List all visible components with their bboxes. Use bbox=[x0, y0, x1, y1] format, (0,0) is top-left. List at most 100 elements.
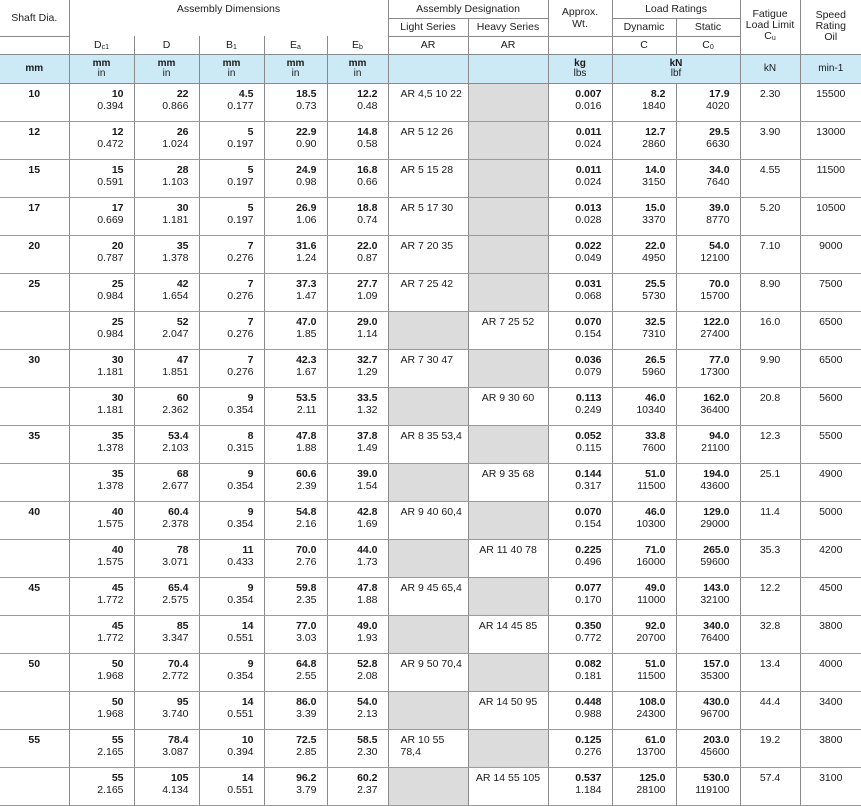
static-load-cell: 162.0 36400 bbox=[675, 387, 741, 426]
heavy-series-cell bbox=[467, 273, 549, 312]
d-cell-imperial: 2.677 bbox=[162, 479, 189, 492]
dynamic-load-cell: 12.7 2860 bbox=[611, 121, 677, 160]
light-series-cell bbox=[387, 615, 468, 654]
ea-cell: 60.6 2.39 bbox=[263, 463, 327, 502]
static-load-cell-metric: 122.0 bbox=[703, 315, 730, 328]
dc1-cell: 20 0.787 bbox=[68, 235, 134, 274]
table-row: 17 17 0.669 30 1.181 5 0.197 26.9 1.06 18.8 0.74 AR… bbox=[0, 197, 861, 236]
dc1-cell: 25 0.984 bbox=[68, 273, 134, 312]
fatigue-limit-cell: 57.4 bbox=[739, 767, 801, 806]
eb-cell-imperial: 0.58 bbox=[357, 137, 378, 150]
dc1-cell-metric: 55 bbox=[111, 771, 124, 784]
dynamic-load-cell-metric: 92.0 bbox=[645, 619, 666, 632]
ea-cell-imperial: 1.24 bbox=[296, 251, 317, 264]
heavy-series-cell bbox=[467, 577, 549, 616]
ea-cell-metric: 72.5 bbox=[296, 733, 317, 746]
shaft-dia-cell bbox=[0, 691, 69, 730]
d-cell-imperial: 2.103 bbox=[162, 441, 189, 454]
dc1-cell-imperial: 1.772 bbox=[97, 593, 124, 606]
unit-load: kN lbf bbox=[611, 54, 741, 84]
weight-cell-imperial: 0.276 bbox=[575, 745, 602, 758]
dc1-cell-imperial: 0.984 bbox=[97, 327, 124, 340]
light-series-cell: AR 8 35 53,4 bbox=[387, 425, 468, 464]
dynamic-load-cell-imperial: 4950 bbox=[642, 251, 666, 264]
bearing-assembly-table: Shaft Dia. Assembly Dimensions Assembly … bbox=[0, 0, 861, 806]
b1-cell: 9 0.354 bbox=[198, 387, 264, 426]
eb-cell-imperial: 0.74 bbox=[357, 213, 378, 226]
weight-cell: 0.031 0.068 bbox=[547, 273, 613, 312]
eb-cell-imperial: 0.87 bbox=[357, 251, 378, 264]
b1-cell-metric: 9 bbox=[247, 391, 254, 404]
shaft-dia-cell: 55 bbox=[0, 729, 69, 768]
sym-c: C bbox=[611, 36, 677, 55]
b1-cell-metric: 10 bbox=[241, 733, 254, 746]
b1-cell: 7 0.276 bbox=[198, 311, 264, 350]
weight-cell: 0.013 0.028 bbox=[547, 197, 613, 236]
eb-cell-metric: 60.2 bbox=[357, 771, 378, 784]
shaft-dia-cell: 45 bbox=[0, 577, 69, 616]
header-heavy-series: Heavy Series bbox=[467, 18, 549, 37]
ea-cell: 53.5 2.11 bbox=[263, 387, 327, 426]
dynamic-load-cell-imperial: 13700 bbox=[636, 745, 666, 758]
eb-cell-imperial: 0.48 bbox=[357, 99, 378, 112]
sym-eb: Eb bbox=[326, 36, 388, 55]
dc1-cell-imperial: 1.181 bbox=[97, 403, 124, 416]
dc1-cell-metric: 30 bbox=[111, 391, 124, 404]
static-load-cell: 94.0 21100 bbox=[675, 425, 741, 464]
b1-cell-imperial: 0.551 bbox=[227, 631, 254, 644]
ea-cell: 96.2 3.79 bbox=[263, 767, 327, 806]
unit-dimension: mm in bbox=[326, 54, 388, 84]
weight-cell: 0.036 0.079 bbox=[547, 349, 613, 388]
weight-cell-imperial: 0.170 bbox=[575, 593, 602, 606]
speed-rating-cell: 3100 bbox=[799, 767, 861, 806]
dynamic-load-cell-imperial: 5730 bbox=[642, 289, 666, 302]
d-cell-metric: 78.4 bbox=[168, 733, 189, 746]
dc1-cell-imperial: 2.165 bbox=[97, 745, 124, 758]
static-load-cell-metric: 34.0 bbox=[709, 163, 730, 176]
header-dim-spacer bbox=[68, 18, 388, 36]
fatigue-limit-cell: 4.55 bbox=[739, 159, 801, 198]
dc1-cell: 17 0.669 bbox=[68, 197, 134, 236]
light-series-cell: AR 7 30 47 bbox=[387, 349, 468, 388]
weight-cell-imperial: 0.988 bbox=[575, 707, 602, 720]
b1-cell-imperial: 0.354 bbox=[227, 479, 254, 492]
dynamic-load-cell-metric: 46.0 bbox=[645, 391, 666, 404]
static-load-cell-metric: 17.9 bbox=[709, 87, 730, 100]
weight-cell-metric: 0.448 bbox=[575, 695, 602, 708]
heavy-series-cell: AR 11 40 78 bbox=[467, 539, 549, 578]
eb-cell: 18.8 0.74 bbox=[326, 197, 388, 236]
light-series-cell bbox=[387, 387, 468, 426]
dc1-cell-metric: 45 bbox=[111, 581, 124, 594]
dynamic-load-cell-imperial: 10300 bbox=[636, 517, 666, 530]
sym-b1: B1 bbox=[198, 36, 264, 55]
dynamic-load-cell-imperial: 11000 bbox=[637, 593, 666, 606]
ea-cell: 24.9 0.98 bbox=[263, 159, 327, 198]
shaft-dia-cell bbox=[0, 311, 69, 350]
static-load-cell-metric: 265.0 bbox=[703, 543, 730, 556]
d-cell: 53.4 2.103 bbox=[133, 425, 199, 464]
table-row: 20 20 0.787 35 1.378 7 0.276 31.6 1.24 22.0 0.87 AR… bbox=[0, 235, 861, 274]
weight-cell-metric: 0.007 bbox=[575, 87, 602, 100]
dynamic-load-cell-metric: 61.0 bbox=[645, 733, 666, 746]
weight-cell-imperial: 0.024 bbox=[575, 137, 602, 150]
b1-cell: 7 0.276 bbox=[198, 235, 264, 274]
heavy-series-cell bbox=[467, 235, 549, 274]
d-cell: 26 1.024 bbox=[133, 121, 199, 160]
weight-cell-imperial: 0.317 bbox=[575, 479, 602, 492]
weight-cell-imperial: 1.184 bbox=[575, 783, 602, 796]
dc1-cell-metric: 25 bbox=[111, 315, 124, 328]
d-cell: 70.4 2.772 bbox=[133, 653, 199, 692]
fatigue-limit-cell: 35.3 bbox=[739, 539, 801, 578]
dc1-cell-metric: 55 bbox=[111, 733, 124, 746]
shaft-dia-cell: 25 bbox=[0, 273, 69, 312]
d-cell: 78 3.071 bbox=[133, 539, 199, 578]
eb-cell-metric: 18.8 bbox=[357, 201, 378, 214]
d-cell-metric: 22 bbox=[176, 87, 189, 100]
static-load-cell-imperial: 4020 bbox=[706, 99, 730, 112]
dynamic-load-cell-metric: 22.0 bbox=[645, 239, 666, 252]
dynamic-load-cell-imperial: 16000 bbox=[636, 555, 666, 568]
weight-cell: 0.077 0.170 bbox=[547, 577, 613, 616]
dynamic-load-cell: 108.0 24300 bbox=[611, 691, 677, 730]
d-cell-metric: 85 bbox=[176, 619, 189, 632]
ea-cell-metric: 86.0 bbox=[296, 695, 317, 708]
